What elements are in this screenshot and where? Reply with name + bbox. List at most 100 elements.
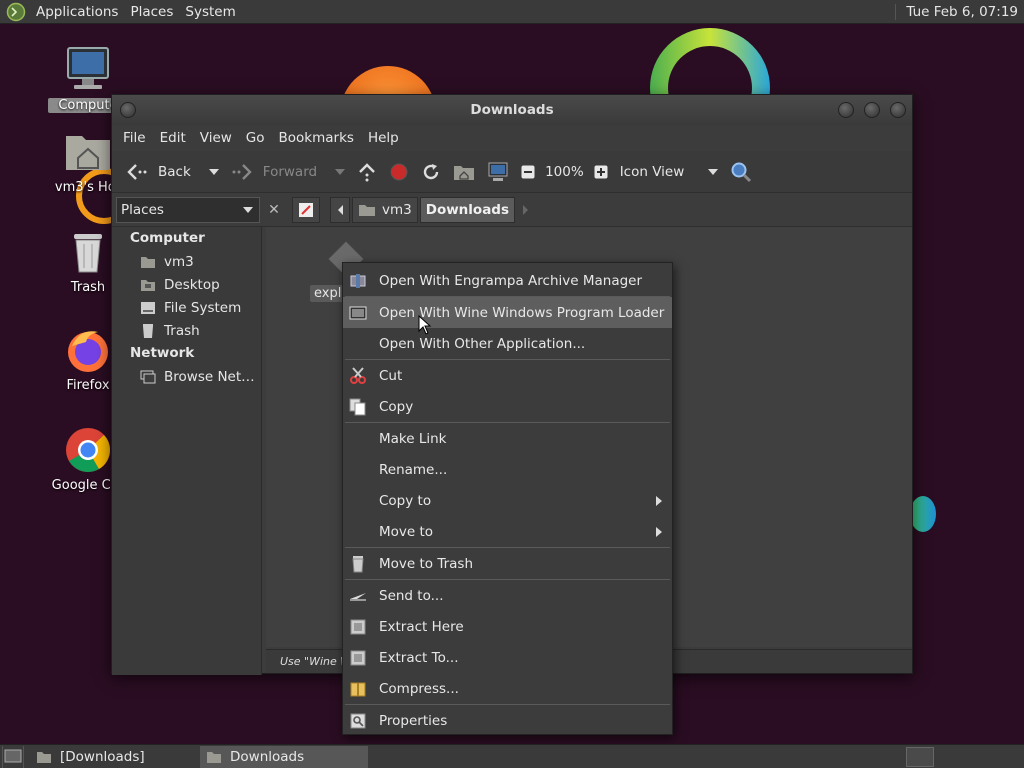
menu-item-rename[interactable]: Rename... [343, 454, 672, 485]
menu-edit[interactable]: Edit [153, 130, 193, 146]
taskbar-item-downloads[interactable]: Downloads [200, 745, 368, 768]
view-mode-select[interactable]: Icon View [614, 157, 724, 187]
menu-item-open-with-wine[interactable]: Open With Wine Windows Program Loader [343, 297, 672, 328]
menu-item-move-to-trash[interactable]: Move to Trash [343, 548, 672, 579]
menu-item-send-to[interactable]: Send to... [343, 580, 672, 611]
back-history-dropdown[interactable] [197, 157, 225, 187]
window-title: Downloads [470, 102, 554, 118]
system-menu[interactable]: System [179, 4, 241, 20]
menu-item-make-link[interactable]: Make Link [343, 423, 672, 454]
menu-item-label: Copy [379, 398, 414, 415]
home-folder-icon [359, 204, 375, 216]
sidebar-item-desktop[interactable]: Desktop [112, 273, 261, 296]
properties-icon [350, 713, 366, 728]
menu-item-extract-to[interactable]: Extract To... [343, 642, 672, 673]
taskbar-item-downloads-minimized[interactable]: [Downloads] [30, 746, 198, 768]
chrome-icon [64, 426, 112, 474]
computer-button[interactable] [481, 157, 515, 187]
compress-icon [350, 682, 366, 696]
chevron-left-icon [338, 204, 343, 215]
reload-button[interactable] [415, 157, 447, 187]
sidebar-header-network: Network [130, 345, 195, 361]
mate-logo-icon[interactable] [6, 2, 26, 22]
edit-location-icon [299, 202, 313, 217]
menu-go[interactable]: Go [239, 130, 272, 146]
trash-icon [352, 555, 364, 572]
sidebar-item-label: Browse Net… [164, 368, 255, 385]
close-icon[interactable]: ✕ [264, 202, 284, 218]
forward-arrow-icon [232, 163, 252, 180]
path-scroll-right-button[interactable] [517, 197, 535, 223]
chevron-down-icon [335, 168, 346, 175]
menu-item-copy[interactable]: Copy [343, 391, 672, 422]
zoom-level: 100% [545, 163, 584, 180]
mouse-cursor-icon [418, 315, 432, 335]
menu-bookmarks[interactable]: Bookmarks [272, 130, 361, 146]
back-button[interactable]: Back [120, 157, 197, 187]
side-pane-selector[interactable]: Places [116, 196, 260, 223]
home-button[interactable] [447, 157, 481, 187]
computer-icon [64, 46, 112, 94]
view-mode-label: Icon View [619, 163, 685, 180]
path-button-downloads[interactable]: Downloads [419, 196, 516, 223]
sidebar-item-trash[interactable]: Trash [112, 319, 261, 342]
sidebar-item-label: Trash [164, 322, 200, 339]
location-bar: Places ✕ vm3 Downloads [112, 193, 912, 227]
copy-icon [349, 398, 366, 415]
firefox-icon [64, 326, 112, 374]
menu-view[interactable]: View [193, 130, 239, 146]
menu-item-label: Compress... [379, 680, 459, 697]
sidebar-item-file-system[interactable]: File System [112, 296, 261, 319]
menu-item-cut[interactable]: Cut [343, 360, 672, 391]
menu-item-copy-to[interactable]: Copy to [343, 485, 672, 516]
show-desktop-button[interactable] [2, 745, 24, 768]
zoom-in-icon [594, 165, 608, 178]
workspace-switcher[interactable] [906, 746, 934, 767]
extract-icon [350, 650, 366, 665]
menu-item-extract-here[interactable]: Extract Here [343, 611, 672, 642]
forward-label: Forward [262, 163, 318, 180]
clock[interactable]: Tue Feb 6, 07:19 [895, 3, 1024, 20]
title-bar[interactable]: Downloads [112, 95, 912, 125]
menu-item-label: Send to... [379, 587, 444, 604]
menu-item-open-with-other[interactable]: Open With Other Application... [343, 328, 672, 359]
sidebar-item-browse-network[interactable]: Browse Net… [112, 365, 261, 388]
search-button[interactable] [724, 157, 758, 187]
wallpaper-teal-shape [910, 496, 936, 532]
trash-icon [143, 323, 153, 338]
taskbar-item-label: [Downloads] [60, 748, 145, 765]
reload-icon [423, 163, 439, 179]
home-folder-icon [64, 128, 112, 176]
menu-item-label: Cut [379, 367, 403, 384]
chevron-down-icon [208, 168, 219, 175]
forward-history-dropdown[interactable] [323, 157, 351, 187]
chevron-down-icon [243, 206, 253, 213]
zoom-in-button[interactable] [588, 157, 614, 187]
desktop-folder-icon [141, 279, 155, 291]
zoom-out-button[interactable] [515, 157, 541, 187]
drive-icon [141, 301, 155, 314]
menu-item-move-to[interactable]: Move to [343, 516, 672, 547]
context-menu: Open With Engrampa Archive Manager Open … [342, 262, 673, 735]
stop-button[interactable] [383, 157, 415, 187]
menu-item-open-with-engrampa[interactable]: Open With Engrampa Archive Manager [343, 265, 672, 296]
path-scroll-left-button[interactable] [330, 196, 350, 223]
menu-item-label: Extract To... [379, 649, 459, 666]
forward-button[interactable]: Forward [225, 157, 323, 187]
submenu-arrow-icon [656, 495, 662, 506]
back-label: Back [158, 163, 191, 180]
menu-item-properties[interactable]: Properties [343, 705, 672, 736]
menu-bar: File Edit View Go Bookmarks Help [112, 125, 912, 151]
sidebar-item-vm3[interactable]: vm3 [112, 250, 261, 273]
toggle-location-entry-button[interactable] [292, 196, 320, 223]
network-icon [140, 370, 156, 383]
path-button-vm3[interactable]: vm3 [352, 196, 418, 223]
places-sidebar: Computer vm3 Desktop File System Trash N… [112, 227, 262, 675]
places-menu[interactable]: Places [124, 4, 179, 20]
applications-menu[interactable]: Applications [30, 4, 124, 20]
menu-item-compress[interactable]: Compress... [343, 673, 672, 704]
up-button[interactable] [351, 157, 383, 187]
menu-file[interactable]: File [116, 130, 153, 146]
home-folder-icon [454, 165, 475, 180]
menu-help[interactable]: Help [361, 130, 406, 146]
